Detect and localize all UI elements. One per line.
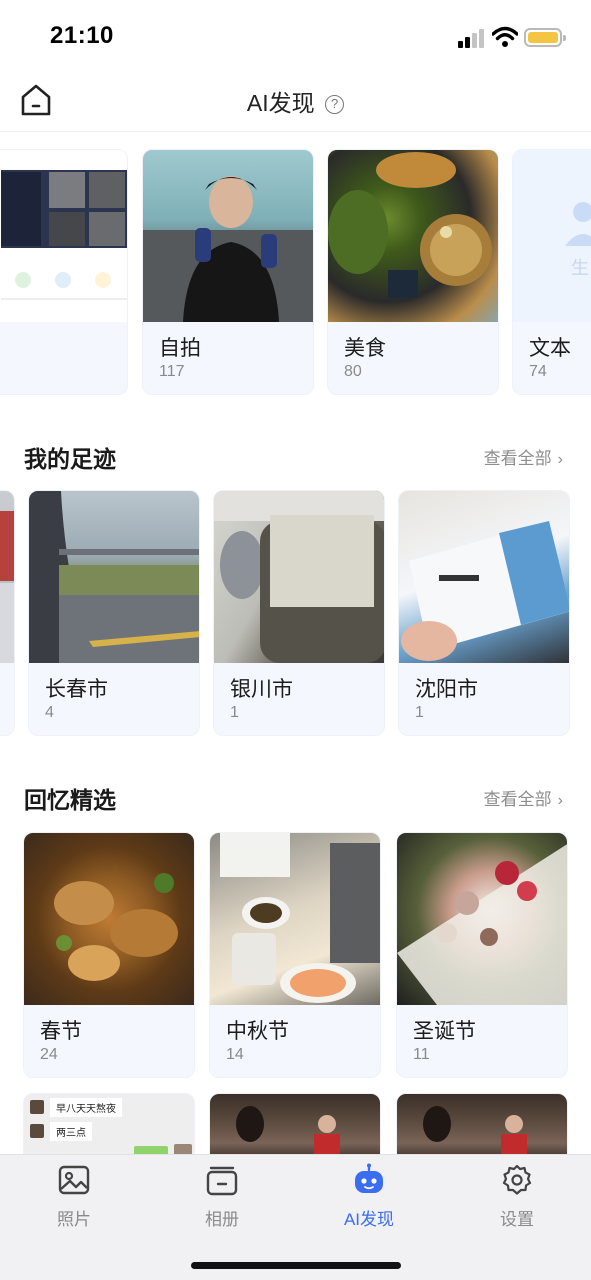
memory-label: 春节 [40,1020,82,1043]
status-bar: 21:10 [0,0,591,70]
text-card-hint: 生 [571,258,589,278]
home-indicator [191,1262,401,1269]
battery-icon [524,28,566,47]
footprint-thumbnail [214,491,384,663]
footprint-card-yinchuan[interactable]: 银川市 1 [213,490,385,736]
tab-label: 设置 [500,1210,534,1229]
footprint-count: 4 [45,704,54,721]
help-icon[interactable]: ? [325,95,345,114]
chevron-right-icon: › [557,792,563,809]
view-all-label: 查看全部 [483,790,552,809]
cellular-signal-icon [458,28,486,48]
memory-count: 11 [413,1046,430,1063]
memory-card-crowd-1[interactable] [209,1093,381,1154]
tab-label: 相册 [205,1210,239,1229]
footprint-thumbnail [0,491,14,663]
category-thumbnail [328,150,498,322]
tab-albums[interactable]: 相册 [162,1163,282,1230]
category-label: 自拍 [159,337,201,360]
tab-ai-discover[interactable]: AI发现 [309,1163,429,1230]
view-all-label: 查看全部 [483,449,552,468]
footprints-title: 我的足迹 [24,446,116,472]
memory-card-christmas[interactable]: 圣诞节 11 [396,832,568,1078]
memory-card-crowd-2[interactable] [396,1093,568,1154]
footprint-card-partial[interactable] [0,490,15,736]
memory-card-mid-autumn[interactable]: 中秋节 14 [209,832,381,1078]
gear-icon [502,1164,532,1195]
category-count: 117 [159,363,185,380]
memory-label: 圣诞节 [413,1020,476,1043]
footprint-label: 银川市 [230,678,293,701]
tab-label: AI发现 [343,1210,395,1229]
category-card-screenshot[interactable]: 图 8 [0,149,128,395]
footprints-view-all[interactable]: 查看全部 › [484,444,563,469]
category-label: 文本 [529,337,571,360]
album-icon [206,1166,238,1196]
memory-count: 14 [226,1046,244,1063]
avatar [30,1124,44,1138]
category-card-selfie[interactable]: 自拍 117 [142,149,314,395]
page-title: AI发现 [246,90,315,116]
robot-icon [355,1163,383,1193]
memory-label: 中秋节 [226,1020,289,1043]
memories-view-all[interactable]: 查看全部 › [484,785,563,810]
page-header: AI发现 ? [0,70,591,132]
memories-row: 春节 24 中秋节 14 圣诞节 11 [0,832,591,1082]
chat-bubble-self [134,1146,168,1154]
category-thumbnail: 生 [513,150,591,322]
footprint-label: 沈阳市 [415,678,478,701]
memory-card-spring-festival[interactable]: 春节 24 [23,832,195,1078]
memory-thumbnail [210,833,380,1005]
memory-thumbnail [210,1094,380,1154]
category-label: 美食 [344,337,386,360]
memory-count: 24 [40,1046,58,1063]
footprint-thumbnail [29,491,199,663]
chat-bubble: 早八天天熬夜 [50,1098,122,1117]
category-thumbnail [143,150,313,322]
footprint-card-shenyang[interactable]: 沈阳市 1 [398,490,570,736]
tab-photos[interactable]: 照片 [14,1163,134,1230]
chevron-right-icon: › [557,451,563,468]
header-title-group: AI发现 ? [0,84,591,118]
footprints-row: 长春市 4 银川市 1 沈阳市 1 [0,490,591,740]
category-row: 图 8 自拍 117 美食 [0,149,591,399]
category-card-text[interactable]: 生 文本 74 [512,149,591,395]
photo-icon [58,1165,90,1195]
avatar [30,1100,44,1114]
tab-settings[interactable]: 设置 [457,1163,577,1230]
status-time: 21:10 [50,22,114,49]
footprint-thumbnail [399,491,569,663]
memory-thumbnail [397,833,567,1005]
avatar [174,1144,192,1154]
footprint-count: 1 [230,704,239,721]
wifi-icon [492,26,518,47]
footprint-card-changchun[interactable]: 长春市 4 [28,490,200,736]
category-count: 74 [529,363,547,380]
footprint-count: 1 [415,704,424,721]
category-count: 80 [344,363,362,380]
memory-thumbnail [397,1094,567,1154]
chat-bubble: 两三点 [50,1122,92,1141]
tab-label: 照片 [57,1210,91,1229]
memory-card-chat[interactable]: 早八天天熬夜 两三点 [23,1093,195,1154]
memory-thumbnail [24,833,194,1005]
category-thumbnail [0,150,127,322]
next-row-partial: 早八天天熬夜 两三点 [0,1093,591,1154]
memories-title: 回忆精选 [24,787,116,813]
footprint-label: 长春市 [45,678,108,701]
category-card-food[interactable]: 美食 80 [327,149,499,395]
